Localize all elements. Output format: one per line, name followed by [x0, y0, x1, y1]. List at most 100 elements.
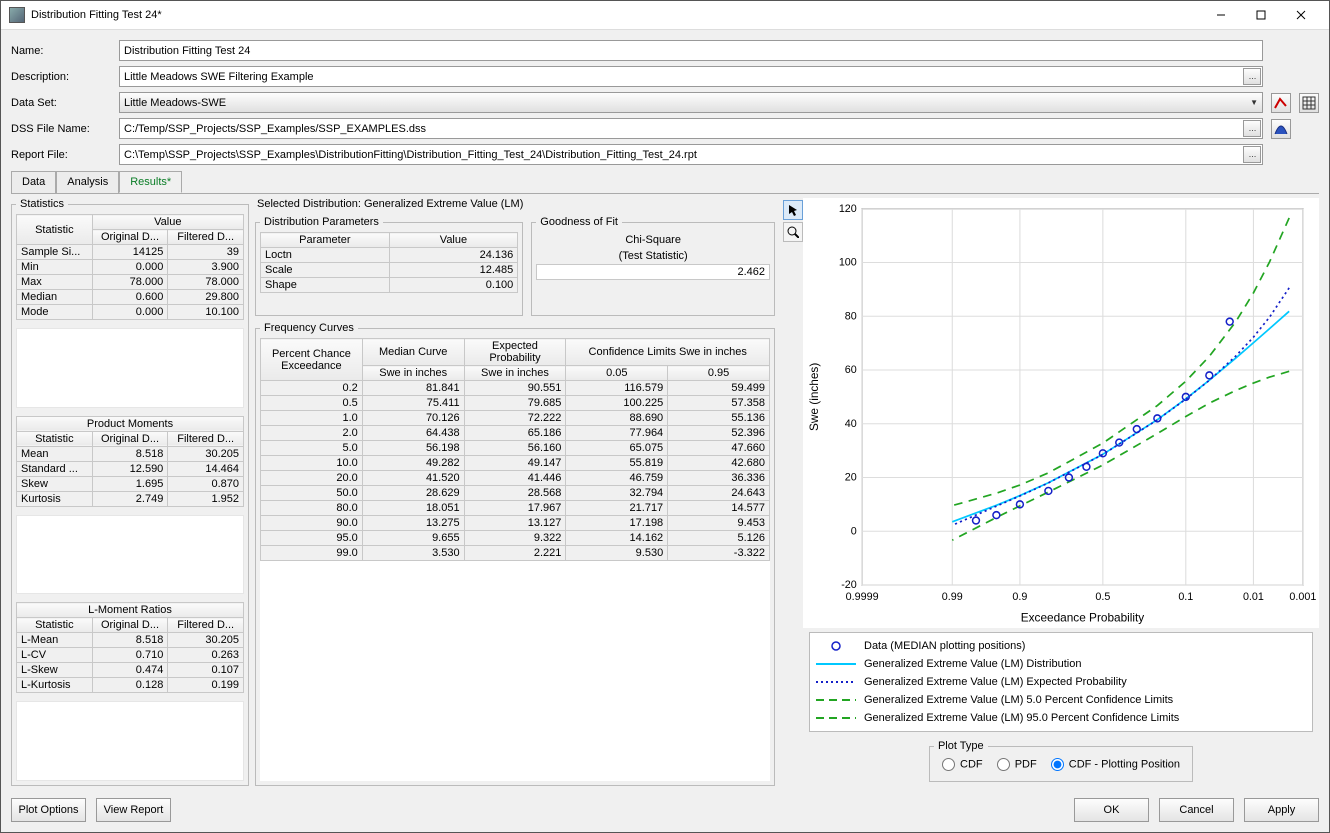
apply-button[interactable]: Apply [1244, 798, 1319, 822]
probability-chart[interactable]: -200204060801001200.99990.990.90.50.10.0… [803, 198, 1319, 628]
svg-text:Exceedance Probability: Exceedance Probability [1021, 611, 1145, 625]
dist-params-fieldset: Distribution Parameters ParameterValue L… [255, 216, 523, 316]
button-bar: Plot Options View Report OK Cancel Apply [1, 792, 1329, 832]
middle-column: Selected Distribution: Generalized Extre… [255, 198, 775, 786]
app-icon [9, 7, 25, 23]
close-button[interactable] [1281, 4, 1321, 26]
table-row: Max78.00078.000 [17, 275, 244, 290]
tab-strip: Data Analysis Results* [1, 169, 1329, 193]
maximize-button[interactable] [1241, 4, 1281, 26]
gof-value: 2.462 [536, 264, 770, 280]
table-row: 5.056.19856.16065.07547.660 [261, 441, 770, 456]
table-row: L-Mean8.51830.205 [17, 633, 244, 648]
dataset-label: Data Set: [11, 97, 111, 109]
table-dataset-icon[interactable] [1299, 93, 1319, 113]
chevron-down-icon: ▼ [1250, 98, 1258, 107]
basic-stats-table: StatisticValue Original D...Filtered D..… [16, 214, 244, 320]
legend-data: Data (MEDIAN plotting positions) [816, 637, 1306, 655]
chart-column: -200204060801001200.99990.990.90.50.10.0… [781, 198, 1319, 786]
svg-text:120: 120 [839, 203, 857, 215]
chart-toolbar [781, 198, 803, 628]
pointer-tool-icon[interactable] [783, 200, 803, 220]
dssfile-browse-button[interactable]: … [1243, 120, 1261, 137]
radio-cdf-plotting-position[interactable]: CDF - Plotting Position [1051, 758, 1180, 771]
svg-text:0.9999: 0.9999 [846, 591, 879, 603]
statistics-legend: Statistics [16, 198, 68, 210]
table-row: 1.070.12672.22288.69055.136 [261, 411, 770, 426]
ok-button[interactable]: OK [1074, 798, 1149, 822]
table-row: Mode0.00010.100 [17, 305, 244, 320]
svg-text:100: 100 [839, 257, 857, 269]
statistics-fieldset: Statistics StatisticValue Original D...F… [11, 198, 249, 786]
chart-legend: Data (MEDIAN plotting positions) General… [809, 632, 1313, 732]
svg-text:20: 20 [845, 472, 857, 484]
radio-pdf[interactable]: PDF [997, 758, 1037, 771]
table-row: Scale12.485 [261, 263, 518, 278]
tab-data[interactable]: Data [11, 171, 56, 193]
dataset-combo[interactable]: Little Meadows-SWE▼ [119, 92, 1263, 113]
svg-text:-20: -20 [841, 579, 857, 591]
table-row: Sample Si...1412539 [17, 245, 244, 260]
table-row: 50.028.62928.56832.79424.643 [261, 486, 770, 501]
svg-text:Swe (inches): Swe (inches) [807, 363, 821, 431]
form-area: Name: Distribution Fitting Test 24 Descr… [1, 30, 1329, 169]
table-row: L-Skew0.4740.107 [17, 663, 244, 678]
table-row: Mean8.51830.205 [17, 446, 244, 461]
table-row: Median0.60029.800 [17, 290, 244, 305]
gof-sub: (Test Statistic) [619, 248, 688, 264]
plot-type-fieldset: Plot Type CDF PDF CDF - Plotting Positio… [929, 740, 1193, 782]
minimize-button[interactable] [1201, 4, 1241, 26]
density-icon[interactable] [1271, 119, 1291, 139]
titlebar: Distribution Fitting Test 24* [1, 1, 1329, 30]
plot-dataset-icon[interactable] [1271, 93, 1291, 113]
goodness-of-fit-fieldset: Goodness of Fit Chi-Square (Test Statist… [531, 216, 775, 316]
legend-cl5: Generalized Extreme Value (LM) 5.0 Perce… [816, 691, 1306, 709]
frequency-table: Percent Chance Exceedance Median Curve E… [260, 338, 770, 561]
description-expand-button[interactable]: … [1243, 68, 1261, 85]
radio-cdf[interactable]: CDF [942, 758, 983, 771]
description-label: Description: [11, 71, 111, 83]
gof-name: Chi-Square [625, 232, 681, 248]
table-row: L-CV0.7100.263 [17, 648, 244, 663]
reportfile-label: Report File: [11, 149, 111, 161]
tab-results[interactable]: Results* [119, 171, 182, 193]
cancel-button[interactable]: Cancel [1159, 798, 1234, 822]
table-row: Standard ...12.59014.464 [17, 461, 244, 476]
reportfile-field[interactable]: C:\Temp\SSP_Projects\SSP_Examples\Distri… [119, 144, 1263, 165]
dssfile-field[interactable]: C:/Temp/SSP_Projects/SSP_Examples/SSP_EX… [119, 118, 1263, 139]
lmoment-table: L-Moment Ratios StatisticOriginal D...Fi… [16, 602, 244, 693]
svg-text:0.001: 0.001 [1289, 591, 1316, 603]
table-row: 99.03.5302.2219.530-3.322 [261, 546, 770, 561]
plot-options-button[interactable]: Plot Options [11, 798, 86, 822]
selected-distribution-label: Selected Distribution: Generalized Extre… [255, 198, 775, 210]
window-title: Distribution Fitting Test 24* [31, 9, 1201, 21]
table-row: Loctn24.136 [261, 248, 518, 263]
product-moments-table: Product Moments StatisticOriginal D...Fi… [16, 416, 244, 507]
legend-distribution: Generalized Extreme Value (LM) Distribut… [816, 655, 1306, 673]
svg-text:0.5: 0.5 [1095, 591, 1110, 603]
svg-text:40: 40 [845, 418, 857, 430]
svg-text:80: 80 [845, 310, 857, 322]
legend-cl95: Generalized Extreme Value (LM) 95.0 Perc… [816, 709, 1306, 727]
svg-text:60: 60 [845, 364, 857, 376]
svg-text:0.99: 0.99 [942, 591, 963, 603]
table-row: 80.018.05117.96721.71714.577 [261, 501, 770, 516]
table-row: 0.281.84190.551116.57959.499 [261, 381, 770, 396]
reportfile-browse-button[interactable]: … [1243, 146, 1261, 163]
table-row: 95.09.6559.32214.1625.126 [261, 531, 770, 546]
svg-text:0.01: 0.01 [1243, 591, 1264, 603]
table-row: Kurtosis2.7491.952 [17, 491, 244, 506]
frequency-curves-fieldset: Frequency Curves Percent Chance Exceedan… [255, 322, 775, 786]
view-report-button[interactable]: View Report [96, 798, 171, 822]
name-field[interactable]: Distribution Fitting Test 24 [119, 40, 1263, 61]
dssfile-label: DSS File Name: [11, 123, 111, 135]
zoom-tool-icon[interactable] [783, 222, 803, 242]
table-row: L-Kurtosis0.1280.199 [17, 678, 244, 693]
description-field[interactable]: Little Meadows SWE Filtering Example … [119, 66, 1263, 87]
svg-text:0.9: 0.9 [1012, 591, 1027, 603]
dist-params-table: ParameterValue Loctn24.136Scale12.485Sha… [260, 232, 518, 293]
legend-expected: Generalized Extreme Value (LM) Expected … [816, 673, 1306, 691]
table-row: Shape0.100 [261, 278, 518, 293]
name-label: Name: [11, 45, 111, 57]
tab-analysis[interactable]: Analysis [56, 171, 119, 193]
